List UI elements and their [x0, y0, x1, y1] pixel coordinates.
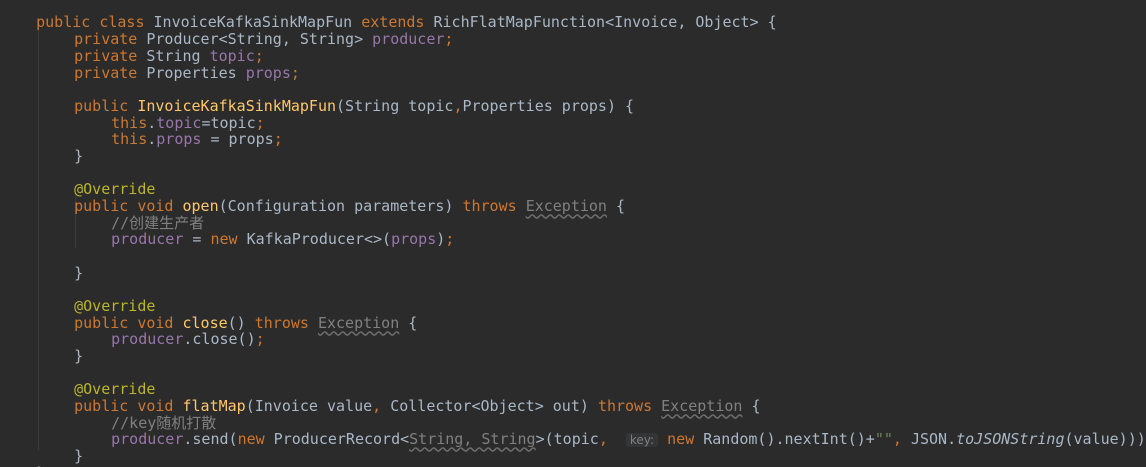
unused-exception-warning[interactable]: Exception [526, 197, 607, 215]
code-line-13: //创建生产者 [75, 198, 204, 231]
code-editor[interactable]: public class InvoiceKafkaSinkMapFun exte… [0, 0, 1146, 467]
static-method-call: toJSONString [956, 429, 1065, 448]
keyword: new [667, 429, 695, 448]
code-line-4: private Properties props; [74, 63, 300, 82]
code-line-1: public class InvoiceKafkaSinkMapFun exte… [36, 12, 777, 31]
code-line-16: } [74, 263, 84, 282]
code-line-23: @Override [38, 364, 155, 397]
unused-exception-warning[interactable]: Exception [318, 314, 399, 332]
code-line-11: @Override [38, 164, 155, 197]
code-line-20: producer.close(); [111, 329, 265, 348]
field: producer [111, 329, 184, 348]
redundant-type-warning[interactable]: String [481, 430, 535, 448]
code-line-25: //key随机打散 [75, 398, 216, 431]
field: producer [111, 229, 184, 248]
keyword: new [237, 429, 265, 448]
keyword: private [74, 63, 138, 82]
code-line-26: producer.send(new ProducerRecord<String,… [111, 429, 1146, 448]
string-literal: "" [874, 429, 893, 448]
code-line-27: } [74, 446, 84, 465]
redundant-type-warning[interactable]: String [409, 430, 463, 448]
code-line-9: } [74, 146, 84, 165]
field: props [391, 229, 437, 248]
keyword: this [111, 129, 148, 148]
code-line-3: private String topic; [74, 46, 264, 65]
field: producer [111, 429, 184, 448]
field: props [156, 129, 202, 148]
code-line-24: public void flatMap(Invoice value, Colle… [74, 396, 761, 415]
field: props [245, 63, 291, 82]
unused-exception-warning[interactable]: Exception [661, 397, 742, 415]
code-line-2: private Producer<String, String> produce… [74, 29, 454, 48]
code-line-8: this.props = props; [111, 129, 283, 148]
code-line-6: public InvoiceKafkaSinkMapFun(String top… [74, 96, 635, 115]
keyword: throws [462, 196, 517, 215]
code-line-28: } [0, 448, 45, 467]
parameter-name-hint: key: [625, 432, 659, 447]
code-line-12: public void open(Configuration parameter… [74, 196, 626, 215]
field: producer [372, 29, 445, 48]
keyword: new [210, 229, 238, 248]
code-line-7: this.topic=topic; [111, 113, 265, 132]
keyword: throws [597, 396, 653, 415]
code-line-21: } [74, 346, 84, 365]
code-line-14: producer = new KafkaProducer<>(props); [111, 229, 455, 248]
code-line-18: @Override [38, 281, 155, 314]
code-line-19: public void close() throws Exception { [74, 313, 418, 332]
